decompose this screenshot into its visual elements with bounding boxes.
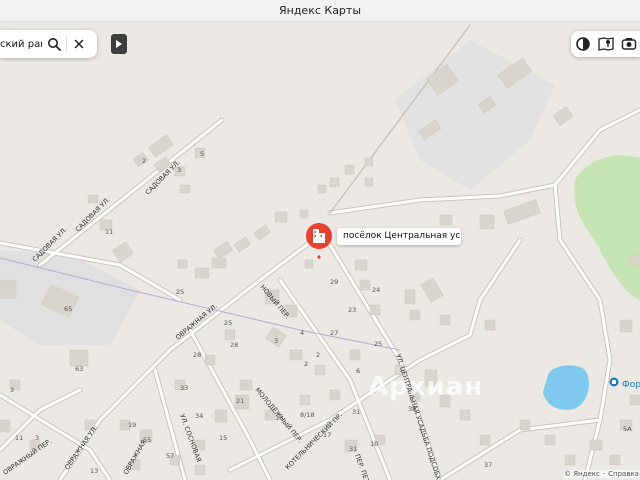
house-number: 37 [484,461,492,469]
help-link[interactable]: Справка [608,470,639,478]
house-number: 25 [224,319,232,327]
house-number: 3 [10,386,14,394]
house-number: 31 [349,445,357,453]
search-bar[interactable]: ский райо [0,30,97,58]
house-number: 10 [370,440,378,448]
house-number: 34 [195,412,203,420]
house-number: 10 [275,414,283,422]
house-number: 29 [330,278,338,286]
search-icon[interactable] [42,30,66,58]
play-triangle-icon [116,40,122,48]
layers-icon[interactable] [574,35,592,53]
house-number: 25 [374,340,382,348]
house-number: 2 [142,157,146,165]
house-number: 15 [219,434,227,442]
house-number: 33 [180,384,188,392]
close-icon[interactable] [67,30,91,58]
map-book-icon[interactable] [597,35,615,53]
house-number: 2 [316,351,320,359]
house-number: 24 [372,286,380,294]
camera-icon[interactable] [620,35,638,53]
house-number: 28 [230,341,238,349]
house-number: 3 [35,434,39,442]
house-number: 57 [166,452,174,460]
house-number: 8/18 [300,411,315,419]
search-input[interactable]: ский райо [0,39,42,50]
house-number: 3 [177,166,181,174]
map-tools [571,31,640,57]
house-number: 25 [176,288,184,296]
brand-text: © Яндекс [564,470,600,478]
place-pin[interactable] [305,222,333,266]
house-number: 4 [300,329,304,337]
house-number: 6 [356,367,360,375]
house-number: 27 [330,329,338,337]
house-number: 19 [128,421,136,429]
collapse-panel-button[interactable] [111,34,127,54]
house-number: 17 [323,431,331,439]
house-number: 31 [352,408,360,416]
house-number: 5 [200,150,204,158]
map-attribution: © Яндекс · Справка [564,470,639,478]
place-label[interactable]: посёлок Центральная ус... [337,228,461,245]
house-number: 38 [408,405,416,413]
bank-icon [609,377,619,387]
house-number: 2 [304,360,308,368]
house-number: 3 [274,337,278,345]
house-number: 23 [348,306,356,314]
house-number: 11 [15,434,23,442]
poi-label: Фор [622,380,640,390]
poi-bank[interactable]: Фор [609,377,640,390]
house-number: 11 [105,228,113,236]
house-number: 13 [90,467,98,475]
window-titlebar: Яндекс Карты [0,0,640,22]
house-number: 5A [623,425,632,433]
house-number: 28 [193,351,201,359]
house-number: 65 [64,305,72,313]
house-number: 55 [143,436,151,444]
window-title: Яндекс Карты [278,4,362,17]
house-number: 21 [236,397,244,405]
house-number: 63 [75,365,83,373]
